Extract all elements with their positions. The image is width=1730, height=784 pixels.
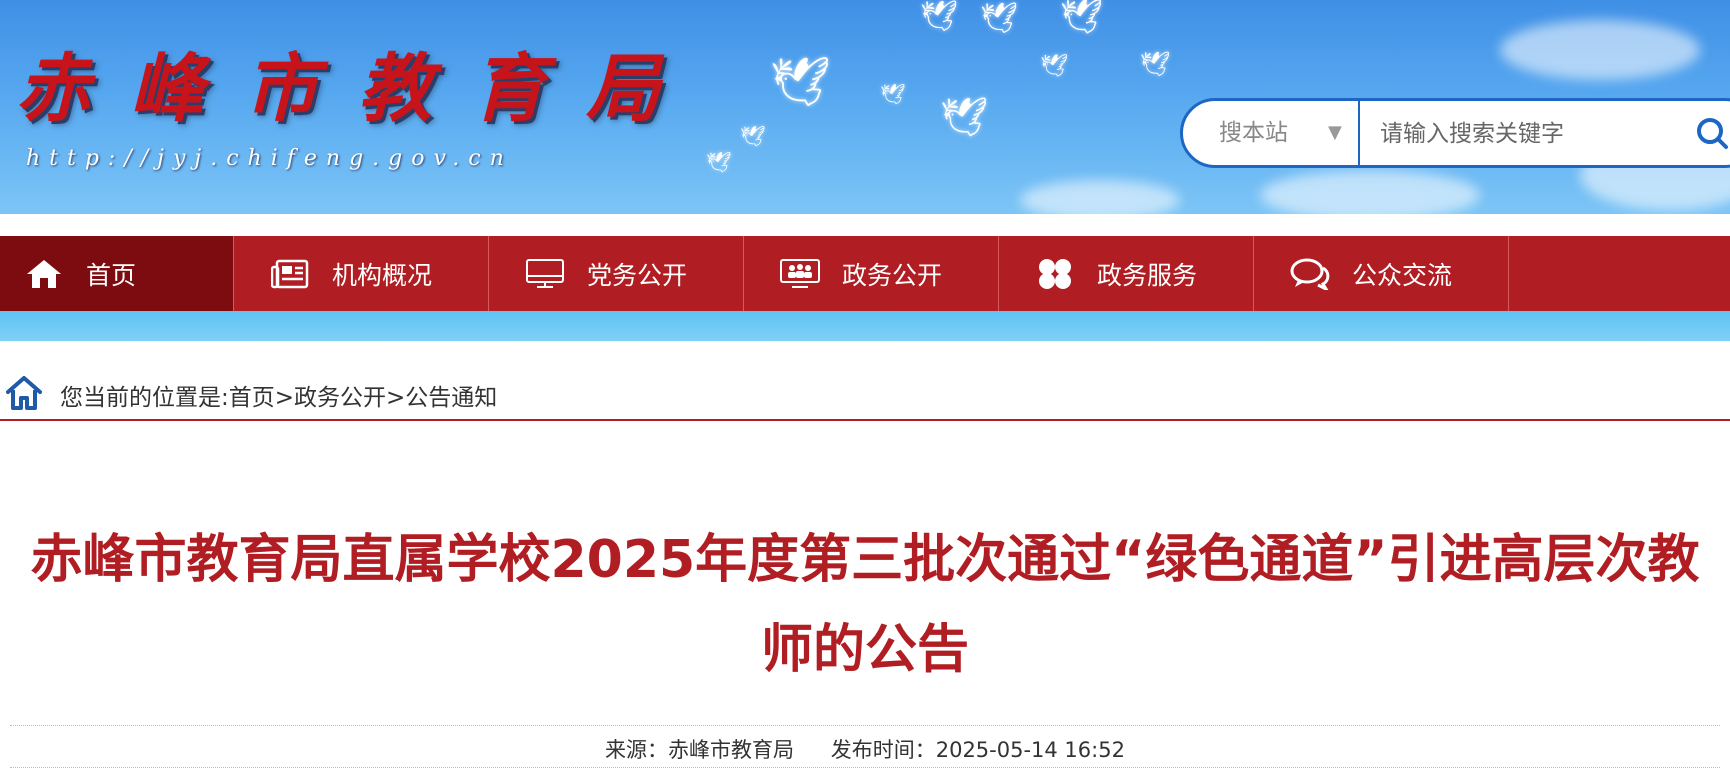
article-title-line: 师的公告 [760,620,969,680]
home-icon [24,258,64,290]
header-banner: 赤峰市教育局 http://jyj.chifeng.gov.cn 🕊 🕊 🕊 🕊… [0,0,1730,214]
site-logo[interactable]: 赤峰市教育局 http://jyj.chifeng.gov.cn [16,46,700,171]
chat-icon [1290,258,1330,290]
nav-item-public-communication[interactable]: 公众交流 [1254,236,1509,311]
article-meta: 来源：赤峰市教育局 发布时间：2025-05-14 16:52 [0,734,1730,764]
nav-item-organization[interactable]: 机构概况 [234,236,489,311]
search-divider [1358,101,1360,165]
breadcrumb: 您当前的位置是:首页>政务公开>公告通知 [0,368,1730,420]
monitor-icon [525,258,565,290]
cloud-decoration [1020,180,1180,214]
nav-item-label: 机构概况 [332,260,433,290]
search-bar: 搜本站 ▼ [1180,98,1730,168]
search-icon[interactable] [1693,115,1730,151]
nav-item-label: 首页 [86,260,137,290]
breadcrumb-divider [0,419,1730,421]
nav-item-government-services[interactable]: 政务服务 [999,236,1254,311]
meta-divider-bottom [10,767,1720,768]
nav-item-government-affairs[interactable]: 政务公开 [744,236,999,311]
newspaper-icon [270,258,310,290]
dropdown-triangle-icon[interactable]: ▼ [1328,101,1342,165]
article-publish-time: 发布时间：2025-05-14 16:52 [830,738,1125,762]
search-scope-select[interactable]: 搜本站 [1219,101,1288,165]
nav-item-label: 公众交流 [1352,260,1453,290]
site-url: http://jyj.chifeng.gov.cn [26,146,513,171]
dove-icon: 🕊 [1040,54,1068,79]
search-input[interactable] [1378,113,1682,155]
home-outline-icon [6,376,42,410]
nav-item-label: 政务公开 [842,260,943,290]
site-name: 赤峰市教育局 [16,46,700,132]
dove-icon: 🕊 [1060,0,1104,37]
article-title: 赤峰市教育局直属学校2025年度第三批次通过“绿色通道”引进高层次教 师的公告 [0,515,1730,695]
dove-icon: 🕊 [770,54,831,110]
dove-icon: 🕊 [706,150,732,174]
grid-icon [1035,258,1075,290]
article-source: 来源：赤峰市教育局 [605,738,795,762]
cloud-decoration [1500,20,1700,80]
nav-bottom-strip [0,311,1730,341]
dove-icon: 🕊 [980,1,1019,36]
main-nav: 首页 机构概况 党务公开 政务公开 政务服务 公众交流 [0,236,1730,311]
dove-icon: 🕊 [740,124,766,148]
dove-icon: 🕊 [880,82,906,106]
dove-icon: 🕊 [920,0,959,34]
nav-item-label: 政务服务 [1097,260,1198,290]
meta-divider-top [10,725,1720,726]
nav-item-home[interactable]: 首页 [0,236,234,311]
cloud-decoration [1260,170,1480,214]
nav-item-label: 党务公开 [587,260,688,290]
article-title-line: 赤峰市教育局直属学校2025年度第三批次通过“绿色通道”引进高层次教 [30,530,1700,590]
dove-icon: 🕊 [1140,50,1171,78]
people-screen-icon [780,258,820,290]
breadcrumb-text[interactable]: 您当前的位置是:首页>政务公开>公告通知 [60,378,497,412]
nav-item-party-affairs[interactable]: 党务公开 [489,236,744,311]
dove-icon: 🕊 [940,95,989,139]
